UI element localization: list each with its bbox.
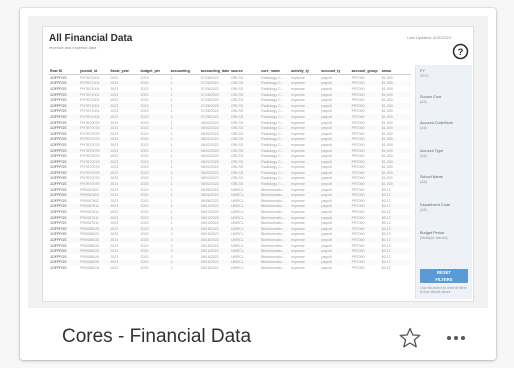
filter-value: (All) <box>420 126 427 130</box>
filter-control: Account Type (All) <box>420 149 468 158</box>
reset-filters-label: RESET <box>437 270 451 275</box>
filter-label: FY <box>420 69 425 73</box>
svg-text:?: ? <box>458 47 464 57</box>
table-cell: PR0088026 <box>80 265 100 270</box>
column-header: budget_per <box>139 67 170 75</box>
filter-value: 2023 <box>420 74 429 78</box>
filter-label: Account Code/Num <box>420 121 453 125</box>
table-cell: $0.12 <box>381 265 391 270</box>
table-row: 1OFFFGS PR0088026 2023 2023 2 08/18/2022 UMRCL… <box>49 265 411 271</box>
table-cell: 2 <box>170 265 173 270</box>
star-outline-icon[interactable] <box>398 326 422 350</box>
card-title[interactable]: Cores - Financial Data <box>62 326 251 348</box>
column-header: fiscal_year <box>109 67 140 75</box>
reset-filters-note: Click this button to reset all filters t… <box>420 286 467 294</box>
table-cell: UMRCL <box>230 265 244 270</box>
filter-control: Account Code/Num (All) <box>420 121 468 130</box>
filter-value: (All) <box>420 180 427 184</box>
filter-control: FY 2023 <box>420 69 468 78</box>
table-cell: 08/18/2022 <box>200 265 219 270</box>
dashboard-subtitle: revenue and expense data <box>49 45 97 50</box>
filter-control: Department Code (All) <box>420 203 468 212</box>
help-circle-icon: ? <box>452 43 469 60</box>
dashboard-title: All Financial Data <box>49 33 133 44</box>
column-header: accounting <box>169 67 200 75</box>
column-header: amou <box>380 67 411 75</box>
table-cell: expense <box>291 265 305 270</box>
filter-control: Source Core (All) <box>420 95 468 104</box>
table-cell: Bioinformatic... <box>261 265 285 270</box>
table-header-row: Row ID journal_id fiscal_year budget_per acc… <box>49 67 411 75</box>
filter-value: (All) <box>420 154 427 158</box>
table-cell: 1OFFFGS <box>50 265 67 270</box>
table-cell: 2023 <box>110 265 119 270</box>
reset-filters-button: RESET FILTERS <box>420 269 468 283</box>
column-header: account_ty <box>320 67 351 75</box>
filter-value: (All) <box>420 100 427 104</box>
reset-filters-label: FILTERS <box>435 277 453 282</box>
table-cell: payroll <box>321 265 332 270</box>
column-header: activity_ty <box>290 67 321 75</box>
dashboard-card[interactable]: All Financial Data revenue and expense d… <box>20 8 496 360</box>
filter-label: Budget Period <box>420 231 445 235</box>
data-table: Row ID journal_id fiscal_year budget_per acc… <box>49 67 411 297</box>
table-cell: 2023 <box>140 265 149 270</box>
filter-label: Source Core <box>420 95 442 99</box>
last-updated-label: Last Updated: 5/31/2023 <box>407 35 451 40</box>
table-cell: PR7000 <box>351 265 365 270</box>
filter-value: (All) <box>420 208 427 212</box>
dashboard-thumbnail[interactable]: All Financial Data revenue and expense d… <box>28 16 488 308</box>
column-header: source <box>229 67 261 75</box>
filter-panel: RESET FILTERS Click this button to reset … <box>415 65 472 299</box>
filter-control: Budget Period (Multiple values) <box>420 231 468 240</box>
filter-label: Department Code <box>420 203 450 207</box>
filter-label: Account Type <box>420 149 443 153</box>
filter-value: (Multiple values) <box>420 236 448 240</box>
column-header: journal_id <box>79 67 110 75</box>
column-header: core_name <box>260 67 291 75</box>
more-horizontal-icon[interactable] <box>444 328 468 348</box>
filter-control: School Name (All) <box>420 175 468 184</box>
dashboard-preview: All Financial Data revenue and expense d… <box>42 26 474 302</box>
column-header: Row ID <box>49 67 80 75</box>
filter-label: School Name <box>420 175 443 179</box>
column-header: account_group <box>350 67 381 75</box>
column-header: accounting_date <box>199 67 230 75</box>
